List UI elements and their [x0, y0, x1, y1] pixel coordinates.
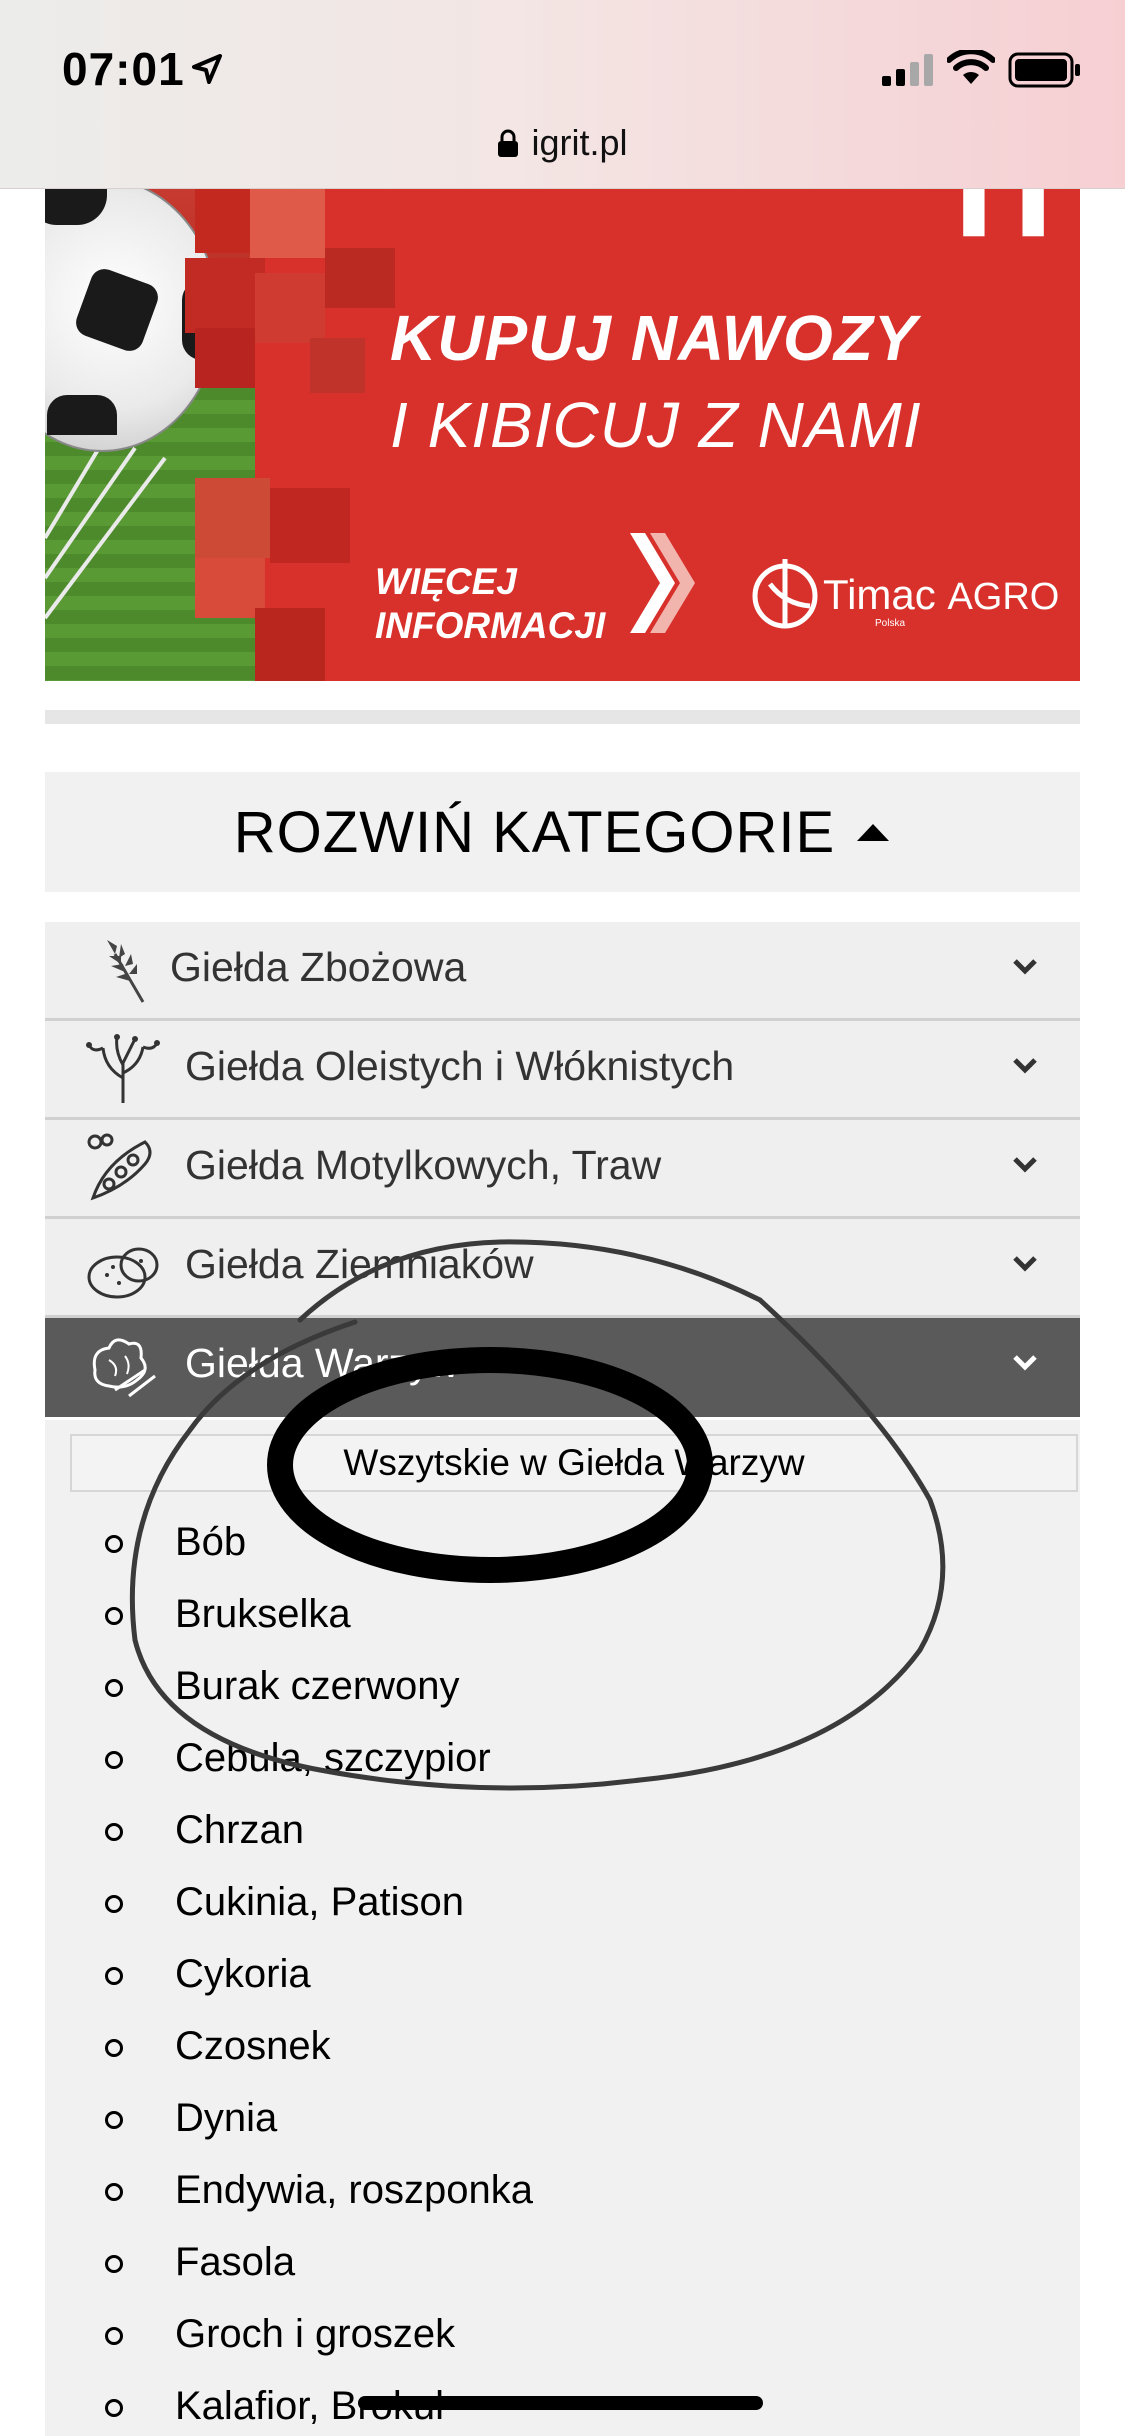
subcategory-label: Cebula, szczypior [175, 1736, 491, 1780]
expand-categories-button[interactable]: ROZWIŃ KATEGORIE [45, 772, 1080, 892]
location-arrow-icon [192, 54, 222, 84]
double-chevron-right-icon [630, 533, 695, 633]
url-text: igrit.pl [531, 122, 628, 163]
category-item-motylkowych[interactable]: Giełda Motylkowych, Traw [45, 1120, 1080, 1219]
subcategory-label: Fasola [175, 2240, 296, 2284]
category-item-zbozowa[interactable]: Giełda Zbożowa [45, 922, 1080, 1021]
bullet-icon [105, 1823, 123, 1841]
banner-more-info[interactable]: WIĘCEJ INFORMACJI [375, 560, 605, 648]
chevron-down-icon [1013, 1157, 1037, 1173]
bullet-icon [105, 2111, 123, 2129]
bullet-icon [105, 1751, 123, 1769]
subcategory-label: Burak czerwony [175, 1664, 460, 1708]
category-label: Giełda Motylkowych, Traw [185, 1142, 662, 1188]
promo-banner[interactable]: ▌ ▌ KUPUJ NAWOZY I KIBICUJ Z NAMI WIĘCEJ… [45, 188, 1080, 681]
timac-brand-name: Timac [823, 571, 936, 618]
subcategory-label: Cykoria [175, 1952, 311, 1996]
all-in-category-label: Wszytskie w Giełda Warzyw [343, 1442, 805, 1483]
banner-title-2: I KIBICUJ Z NAMI [390, 389, 922, 461]
bullet-icon [105, 1967, 123, 1985]
subcategory-label: Groch i groszek [175, 2312, 456, 2356]
all-in-category-link[interactable]: Wszytskie w Giełda Warzyw [70, 1434, 1078, 1492]
bullet-icon [105, 2183, 123, 2201]
caret-up-icon [857, 824, 890, 841]
peas-icon [87, 1133, 152, 1201]
wifi-icon [947, 50, 995, 84]
bullet-icon [105, 1607, 123, 1625]
chevron-down-icon [1013, 1355, 1037, 1371]
bullet-icon [105, 2399, 123, 2417]
lock-icon [498, 129, 519, 157]
banner-more-line1: WIĘCEJ [375, 561, 517, 602]
category-item-ziemniakow[interactable]: Giełda Ziemniaków [45, 1219, 1080, 1318]
category-label: Giełda Oleistych i Włóknistych [185, 1043, 735, 1089]
chevron-down-icon [1013, 1256, 1037, 1272]
timac-brand: Timac AGRO [823, 571, 1059, 619]
chevron-down-icon [1013, 1058, 1037, 1074]
bullet-icon [105, 2039, 123, 2057]
subcategory-label: Dynia [175, 2096, 278, 2140]
subcategory-label: Brukselka [175, 1592, 351, 1636]
subcategory-label: Chrzan [175, 1808, 304, 1852]
divider-bar [45, 710, 1080, 724]
category-label: Giełda Warzyw [185, 1340, 460, 1386]
browser-chrome: 07:01 igrit.pl [0, 0, 1125, 189]
bullet-icon [105, 1895, 123, 1913]
bullet-icon [105, 1535, 123, 1553]
timac-brand-sub: Polska [875, 618, 906, 629]
category-label: Giełda Ziemniaków [185, 1241, 534, 1287]
status-time: 07:01 [62, 43, 185, 95]
signal-icon [882, 54, 933, 86]
potato-icon [87, 1247, 159, 1299]
screen: 07:01 igrit.pl ▌ ▌ KUPUJ NAWOZY I KIBICU… [0, 0, 1125, 2436]
home-indicator[interactable] [358, 2396, 763, 2410]
banner-top-fragment: ▌ ▌ [963, 188, 1065, 231]
bullet-icon [105, 1679, 123, 1697]
category-item-warzyw[interactable]: Giełda Warzyw [45, 1318, 1080, 1417]
subcategory-label: Czosnek [175, 2024, 331, 2068]
plant-icon [86, 1034, 160, 1103]
vegetables-icon [92, 1338, 156, 1398]
bullet-icon [105, 2255, 123, 2273]
category-label: Giełda Zbożowa [170, 944, 467, 990]
chevron-down-icon [1013, 959, 1037, 975]
expand-categories-label: ROZWIŃ KATEGORIE [233, 799, 836, 865]
wheat-icon [107, 940, 145, 1003]
banner-title-1: KUPUJ NAWOZY [390, 302, 918, 374]
timac-brand-suffix: AGRO [947, 576, 1060, 618]
subcategory-label: Cukinia, Patison [175, 1880, 465, 1924]
bullet-icon [105, 2327, 123, 2345]
category-item-oleistych[interactable]: Giełda Oleistych i Włóknistych [45, 1021, 1080, 1120]
battery-icon [1008, 52, 1080, 88]
subcategory-label: Bób [175, 1520, 247, 1564]
address-bar[interactable]: igrit.pl [0, 118, 1125, 168]
subcategory-label: Endywia, roszponka [175, 2168, 533, 2212]
timac-agro-logo [752, 559, 818, 629]
banner-more-line2: INFORMACJI [375, 605, 606, 646]
